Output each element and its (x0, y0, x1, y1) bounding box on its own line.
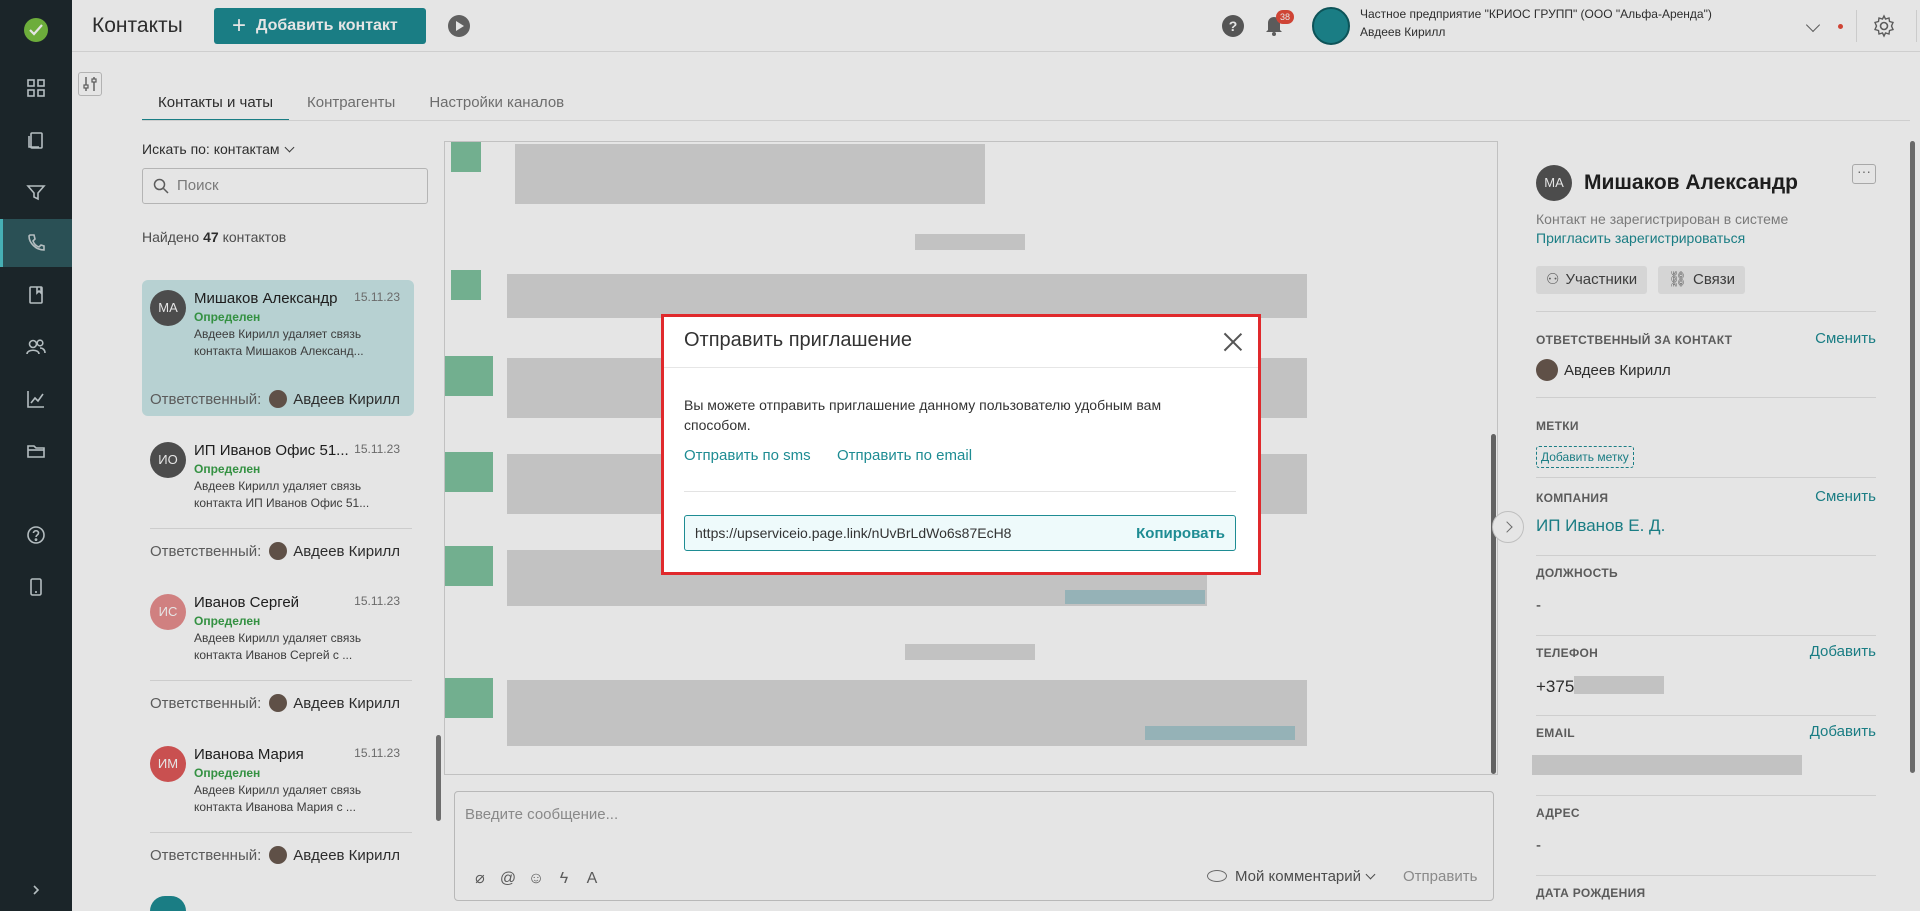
invite-url[interactable]: https://upserviceio.page.link/nUvBrLdWo6… (695, 525, 1011, 541)
modal-title: Отправить приглашение (684, 329, 913, 351)
send-sms-link[interactable]: Отправить по sms (684, 447, 811, 464)
close-icon[interactable] (1221, 330, 1245, 354)
divider (684, 491, 1236, 492)
send-email-link[interactable]: Отправить по email (837, 447, 972, 464)
copy-button[interactable]: Копировать (1136, 525, 1225, 542)
send-invitation-modal: Отправить приглашение Вы можете отправит… (661, 314, 1261, 575)
invite-url-field[interactable]: https://upserviceio.page.link/nUvBrLdWo6… (684, 515, 1236, 551)
divider (664, 367, 1258, 368)
modal-description: Вы можете отправить приглашение данному … (684, 397, 1162, 433)
